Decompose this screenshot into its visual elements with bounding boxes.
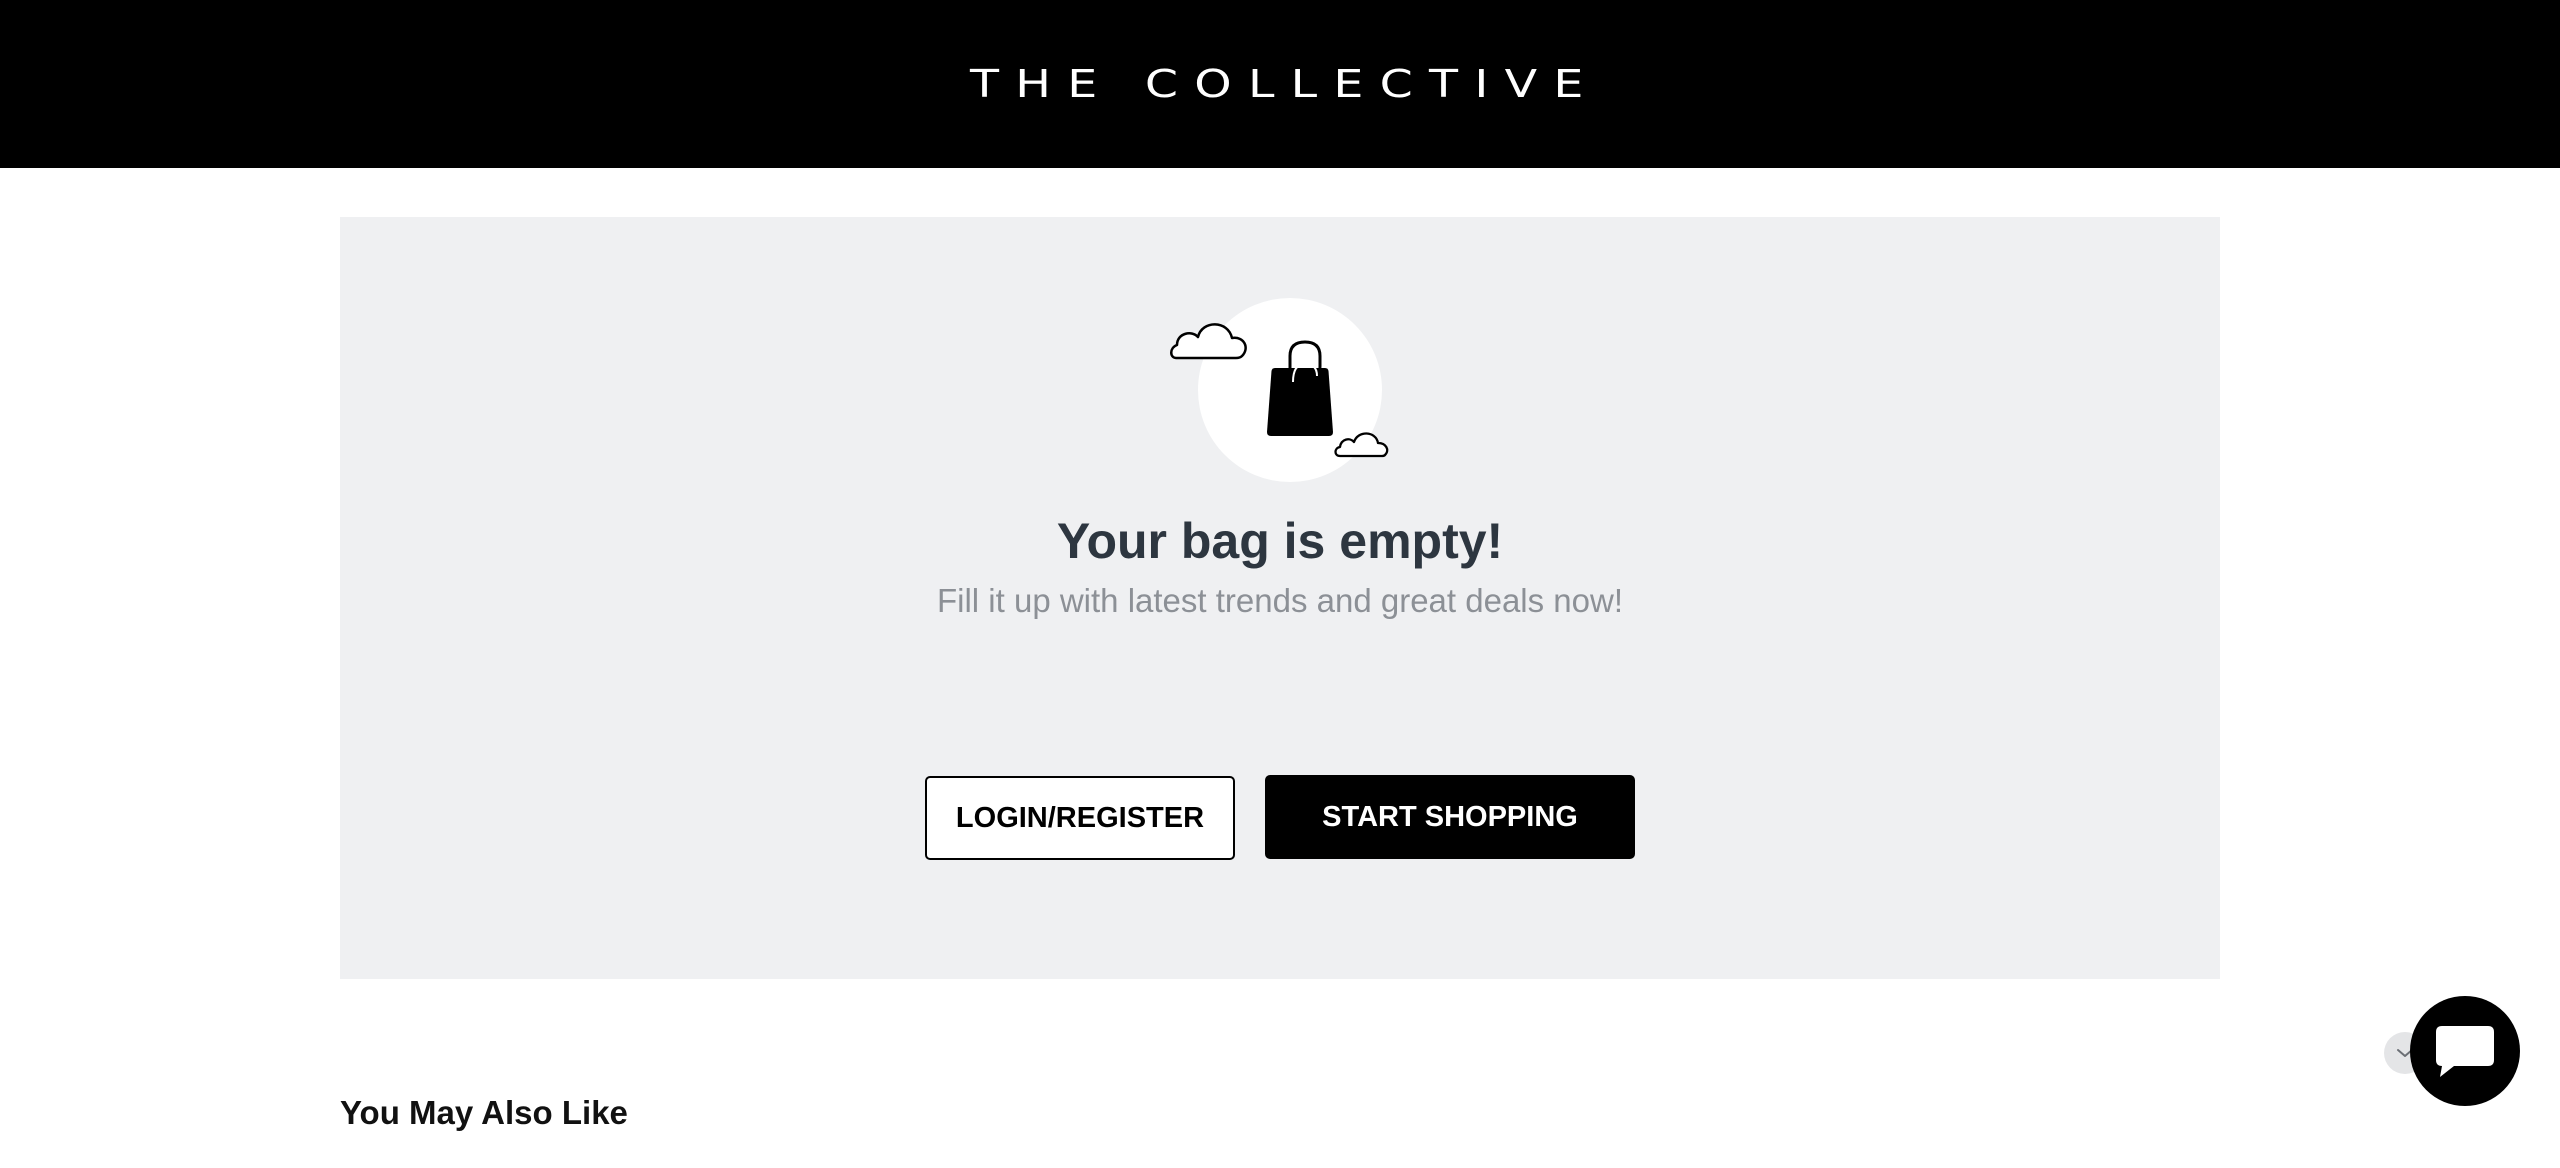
chat-launcher-button[interactable] — [2410, 996, 2520, 1106]
shopping-bag-with-clouds-icon — [1170, 298, 1389, 482]
empty-bag-title: Your bag is empty! — [1056, 513, 1504, 569]
site-header: THE COLLECTIVE — [0, 0, 2560, 168]
login-register-button[interactable]: LOGIN/REGISTER — [925, 776, 1235, 860]
start-shopping-button[interactable]: START SHOPPING — [1265, 775, 1635, 859]
empty-bag-subtitle: Fill it up with latest trends and great … — [936, 582, 1624, 619]
you-may-also-like-heading: You May Also Like — [340, 1094, 628, 1131]
chat-bubble-icon — [2436, 1026, 2494, 1077]
brand-logo[interactable]: THE COLLECTIVE — [970, 62, 1600, 106]
